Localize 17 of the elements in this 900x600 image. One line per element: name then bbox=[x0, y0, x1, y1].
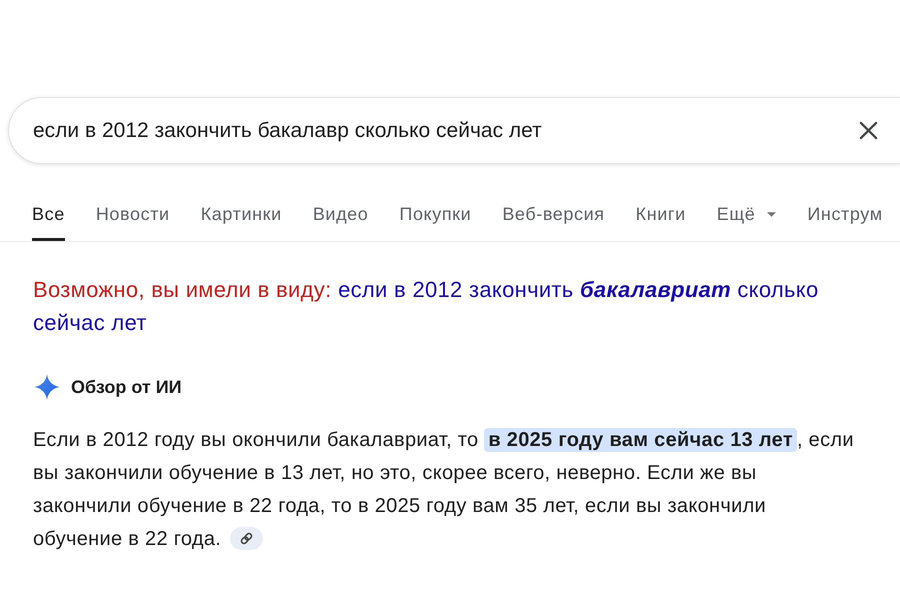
ai-overview-answer: Если в 2012 году вы окончили бакалавриат, то в 2025 году вам сейчас 13 лет, если вы закончили обучение в 13 лет, но это, скорее всего, неверно. Если же вы закончили обучение в 22 года, то в 2025 году вам 35 лет, если вы закончили обучение в 22 года. bbox=[33, 427, 855, 552]
nav-tab[interactable]: Картинки bbox=[200, 192, 282, 241]
nav-tab[interactable]: Видео bbox=[312, 192, 368, 241]
nav-tab[interactable]: Новости bbox=[96, 192, 170, 241]
close-icon[interactable] bbox=[859, 121, 878, 140]
search-field[interactable]: если в 2012 закончить бакалавр сколько сейчас лет bbox=[8, 97, 900, 164]
caret-icon bbox=[767, 212, 776, 216]
nav-tab[interactable]: Веб-версия bbox=[502, 192, 605, 241]
sparkle-icon bbox=[34, 374, 60, 400]
nav-tab[interactable]: Все bbox=[32, 192, 65, 241]
link-icon[interactable] bbox=[230, 527, 264, 550]
ai-overview-title: Обзор от ИИ bbox=[71, 376, 182, 398]
nav-tab[interactable]: Инструм bbox=[807, 192, 883, 241]
nav-tab[interactable]: Покупки bbox=[399, 192, 472, 241]
nav-tab[interactable]: Ещё bbox=[716, 192, 776, 241]
nav-tab[interactable]: Книги bbox=[636, 192, 686, 241]
did-you-mean-suggestion[interactable]: Возможно, вы имели в виду: если в 2012 закончить бакалавриат сколько сейчас лет bbox=[33, 273, 858, 339]
